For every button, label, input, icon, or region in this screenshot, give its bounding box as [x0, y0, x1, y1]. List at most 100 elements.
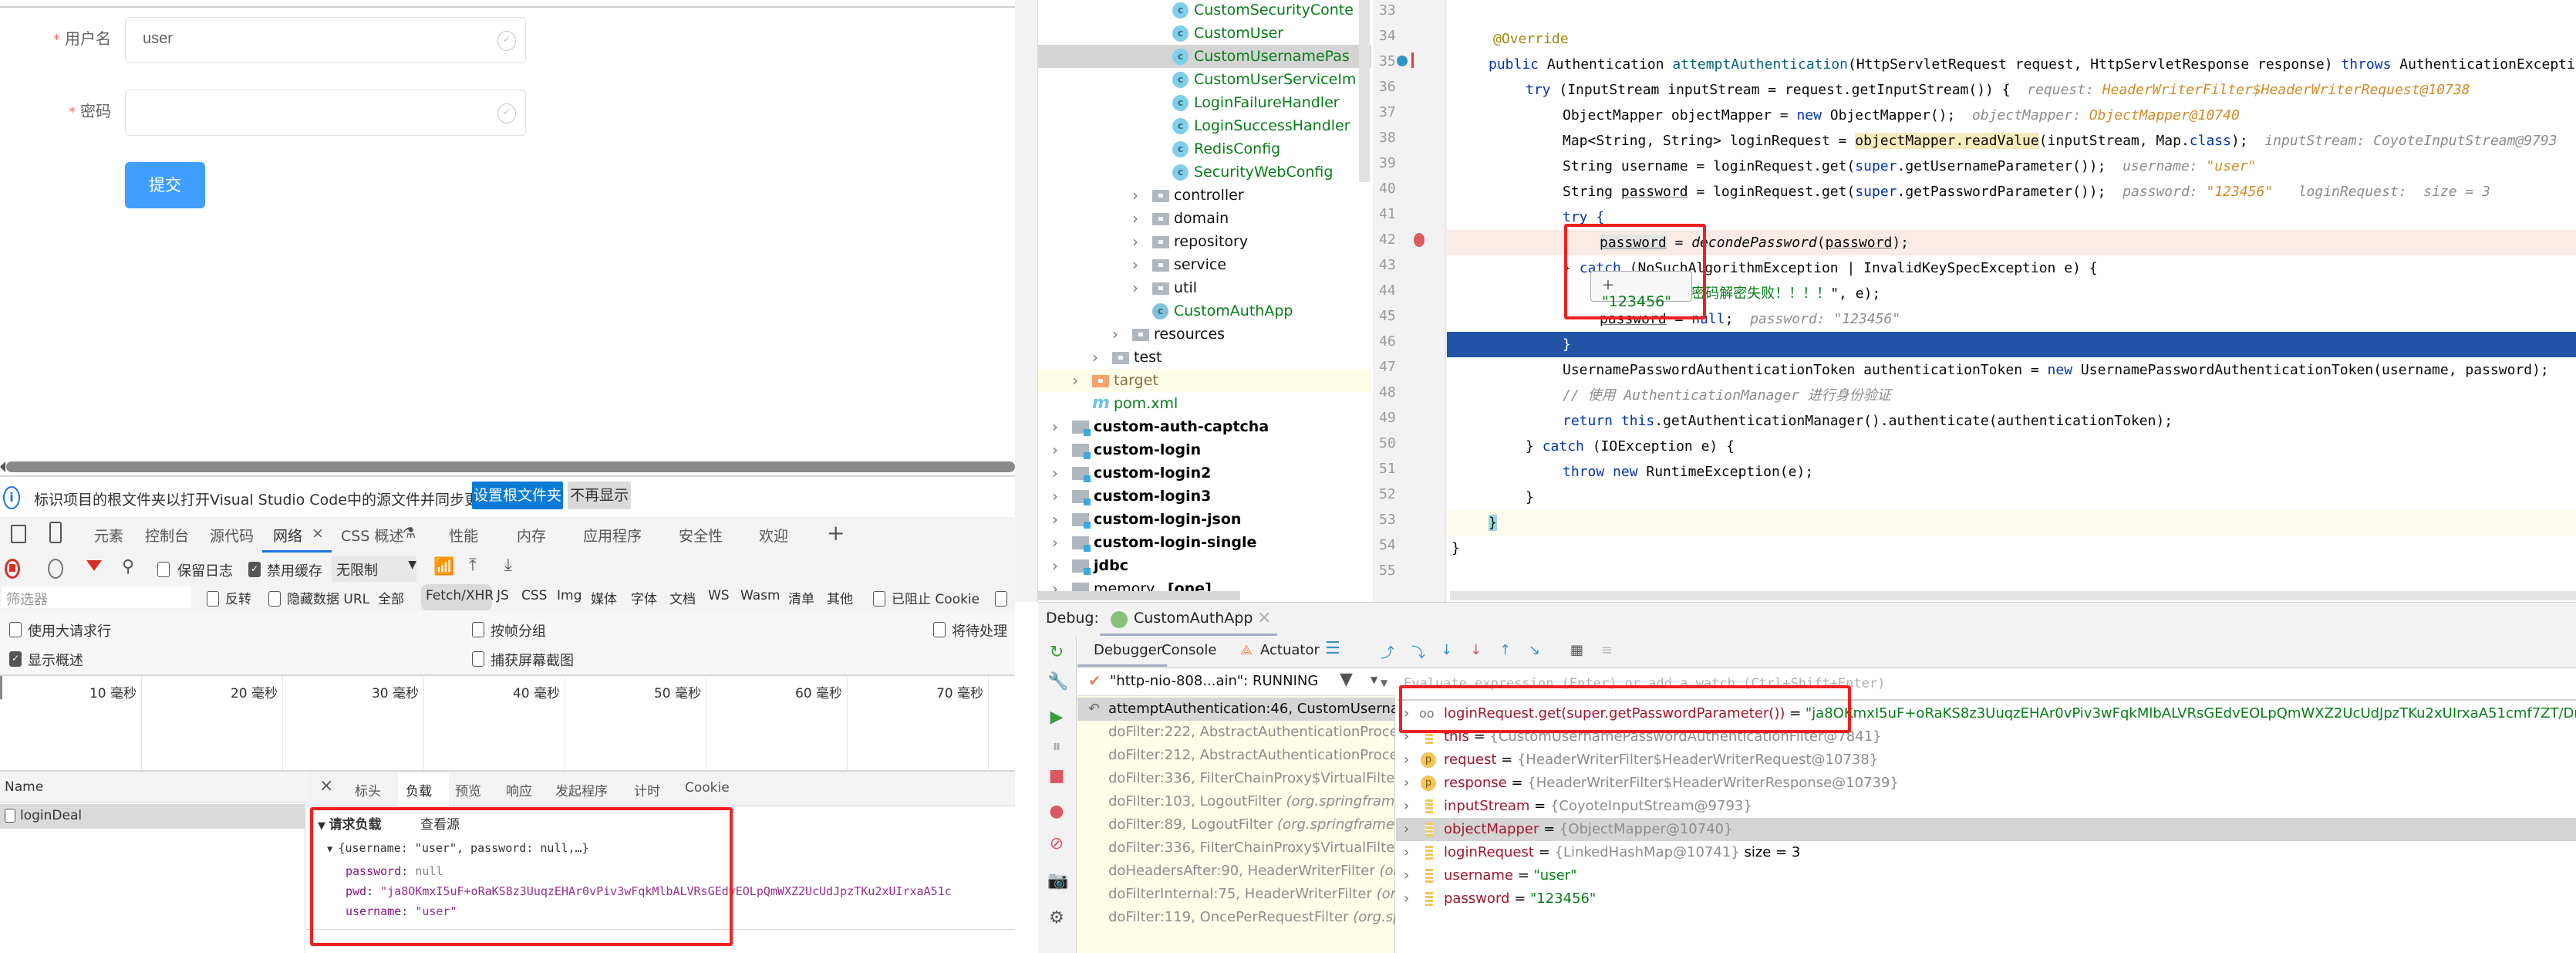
code-line-53[interactable]: } [1447, 510, 2576, 536]
chevron-right-icon[interactable]: › [1132, 255, 1138, 274]
collapse-watches-icon[interactable]: ▼ [1381, 678, 1387, 688]
code-line-52[interactable]: } [1447, 485, 2576, 510]
line-number[interactable]: 40 [1379, 181, 1410, 197]
filter-js[interactable]: JS [497, 588, 509, 603]
code-line-49[interactable]: return this.getAuthenticationManager().a… [1447, 408, 2576, 434]
camera-snapshot-icon[interactable]: 📷 [1047, 872, 1068, 890]
filter-doc[interactable]: 文档 [669, 588, 696, 607]
chevron-right-icon[interactable]: › [1052, 556, 1058, 575]
show-execution-point-icon[interactable]: ⤴ [1381, 642, 1394, 662]
export-har-icon[interactable]: ⤓ [504, 556, 512, 575]
blocked-cookies-checkbox[interactable] [873, 591, 885, 607]
filter-ws[interactable]: WS [708, 588, 730, 603]
code-line-51[interactable]: throw new RuntimeException(e); [1447, 459, 2576, 485]
chevron-right-icon[interactable]: › [1132, 186, 1138, 204]
throttle-select[interactable]: 无限制 ▼ [332, 556, 416, 582]
line-number[interactable]: 47 [1379, 359, 1410, 375]
line-number[interactable]: 53 [1379, 512, 1410, 528]
capture-screenshots-checkbox[interactable] [472, 651, 484, 667]
line-number[interactable]: 44 [1379, 282, 1410, 299]
clear-icon[interactable] [48, 559, 63, 579]
line-number[interactable]: 34 [1379, 28, 1410, 44]
line-number[interactable]: 43 [1379, 257, 1410, 273]
line-number[interactable]: 49 [1379, 410, 1410, 426]
filter-icon[interactable] [86, 560, 102, 571]
pending-checkbox[interactable] [933, 622, 946, 637]
override-method-icon[interactable] [1397, 56, 1408, 66]
line-number[interactable]: 55 [1379, 563, 1410, 579]
trace-stream-icon[interactable]: ≡ [1601, 642, 1613, 658]
page-horizontal-scrollbar[interactable] [6, 461, 1015, 472]
run-to-cursor-icon[interactable]: ↘ [1529, 642, 1540, 658]
step-into-icon[interactable]: ↓ [1441, 642, 1452, 658]
chevron-right-icon[interactable]: › [1052, 510, 1058, 529]
tab-welcome[interactable]: 欢迎 [759, 525, 788, 546]
line-number[interactable]: 42 [1379, 231, 1410, 248]
settings-wrench-icon[interactable]: 🔧 [1047, 673, 1068, 691]
tab-debugger[interactable]: Debugger [1094, 642, 1162, 658]
submit-button[interactable]: 提交 [125, 162, 205, 208]
variable-row[interactable]: › p response = {HeaderWriterFilter$HeaderW… [1396, 772, 2576, 795]
preserve-log-checkbox[interactable] [157, 562, 170, 577]
invert-checkbox[interactable] [207, 591, 219, 607]
code-line-35[interactable]: public Authentication attemptAuthenticat… [1447, 52, 2576, 77]
tab-sources[interactable]: 源代码 [210, 525, 254, 546]
view-breakpoints-icon[interactable]: ● [1047, 803, 1066, 821]
filter-input[interactable]: 筛选器 [2, 586, 191, 608]
code-line-46-execution-point[interactable]: } [1447, 332, 2576, 357]
code-line-48[interactable]: // 使用 AuthenticationManager 进行身份验证 [1447, 383, 2576, 408]
code-line-38[interactable]: Map<String, String> loginRequest = objec… [1447, 128, 2576, 154]
group-by-frame-checkbox[interactable] [472, 622, 484, 637]
line-number[interactable]: 33 [1379, 2, 1410, 19]
close-network-tab-icon[interactable]: × [312, 525, 324, 542]
code-line-50[interactable]: } catch (IOException e) { [1447, 434, 2576, 459]
code-line-36[interactable]: try (InputStream inputStream = request.g… [1447, 77, 2576, 103]
device-toolbar-icon[interactable] [49, 522, 62, 543]
chevron-right-icon[interactable]: › [1404, 841, 1409, 864]
disable-cache-checkbox[interactable]: ✓ [248, 562, 261, 577]
scroll-left-arrow-icon[interactable] [0, 461, 5, 472]
stack-frame[interactable]: doFilter:336, FilterChainProxy$VirtualFi… [1077, 836, 1395, 860]
tab-response[interactable]: 响应 [506, 780, 532, 799]
filter-wasm[interactable]: Wasm [740, 588, 781, 603]
chevron-right-icon[interactable]: › [1404, 772, 1409, 795]
evaluate-expression-icon[interactable]: ▦ [1570, 642, 1583, 658]
tab-cookies[interactable]: Cookie [685, 780, 730, 796]
stack-frame[interactable]: doFilter:119, OncePerRequestFilter (org.… [1077, 906, 1395, 929]
filter-icon[interactable]: ▼ [1340, 670, 1353, 689]
filter-img[interactable]: Img [557, 588, 582, 603]
tab-network[interactable]: 网络 [273, 525, 302, 546]
set-root-folder-button[interactable]: 设置根文件夹 [472, 482, 563, 509]
stack-frame[interactable]: doFilter:103, LogoutFilter (org.springfr… [1077, 790, 1395, 813]
tab-initiator[interactable]: 发起程序 [555, 780, 608, 799]
code-line-34[interactable]: @Override [1447, 26, 2576, 52]
line-number[interactable]: 39 [1379, 155, 1410, 171]
line-number[interactable]: 36 [1379, 79, 1410, 95]
resume-icon[interactable]: ▶ [1047, 708, 1066, 727]
chevron-right-icon[interactable]: › [1052, 487, 1058, 505]
line-number[interactable]: 37 [1379, 104, 1410, 120]
code-line-39[interactable]: String username = loginRequest.get(super… [1447, 154, 2576, 179]
tab-elements[interactable]: 元素 [94, 525, 123, 546]
inspect-element-icon[interactable] [11, 525, 26, 543]
password-input[interactable]: ✓ [125, 90, 526, 136]
chevron-right-icon[interactable]: › [1404, 818, 1409, 841]
chevron-right-icon[interactable]: › [1404, 864, 1409, 887]
tree-vertical-scrollbar[interactable] [1359, 0, 1370, 182]
tab-memory[interactable]: 内存 [517, 525, 546, 546]
chevron-right-icon[interactable]: › [1404, 795, 1409, 818]
editor-horizontal-scrollbar[interactable] [1450, 591, 2576, 600]
stack-frame[interactable]: doHeadersAfter:90, HeaderWriterFilter (o… [1077, 860, 1395, 883]
request-row[interactable]: loginDeal [0, 804, 305, 829]
chevron-right-icon[interactable]: › [1052, 441, 1058, 459]
chevron-right-icon[interactable]: › [1132, 279, 1138, 297]
chevron-right-icon[interactable]: › [1052, 464, 1058, 482]
code-line-47[interactable]: UsernamePasswordAuthenticationToken auth… [1447, 357, 2576, 383]
search-icon[interactable]: ⚲ [122, 557, 134, 576]
tab-actuator[interactable]: Actuator [1260, 642, 1320, 658]
filter-media[interactable]: 媒体 [591, 588, 617, 607]
variable-row[interactable]: › password = "123456" [1396, 887, 2576, 911]
chevron-right-icon[interactable]: › [1132, 232, 1138, 251]
stack-frame[interactable]: doFilter:222, AbstractAuthenticationProc… [1077, 721, 1395, 744]
debug-session-tab[interactable]: CustomAuthApp [1134, 610, 1253, 627]
